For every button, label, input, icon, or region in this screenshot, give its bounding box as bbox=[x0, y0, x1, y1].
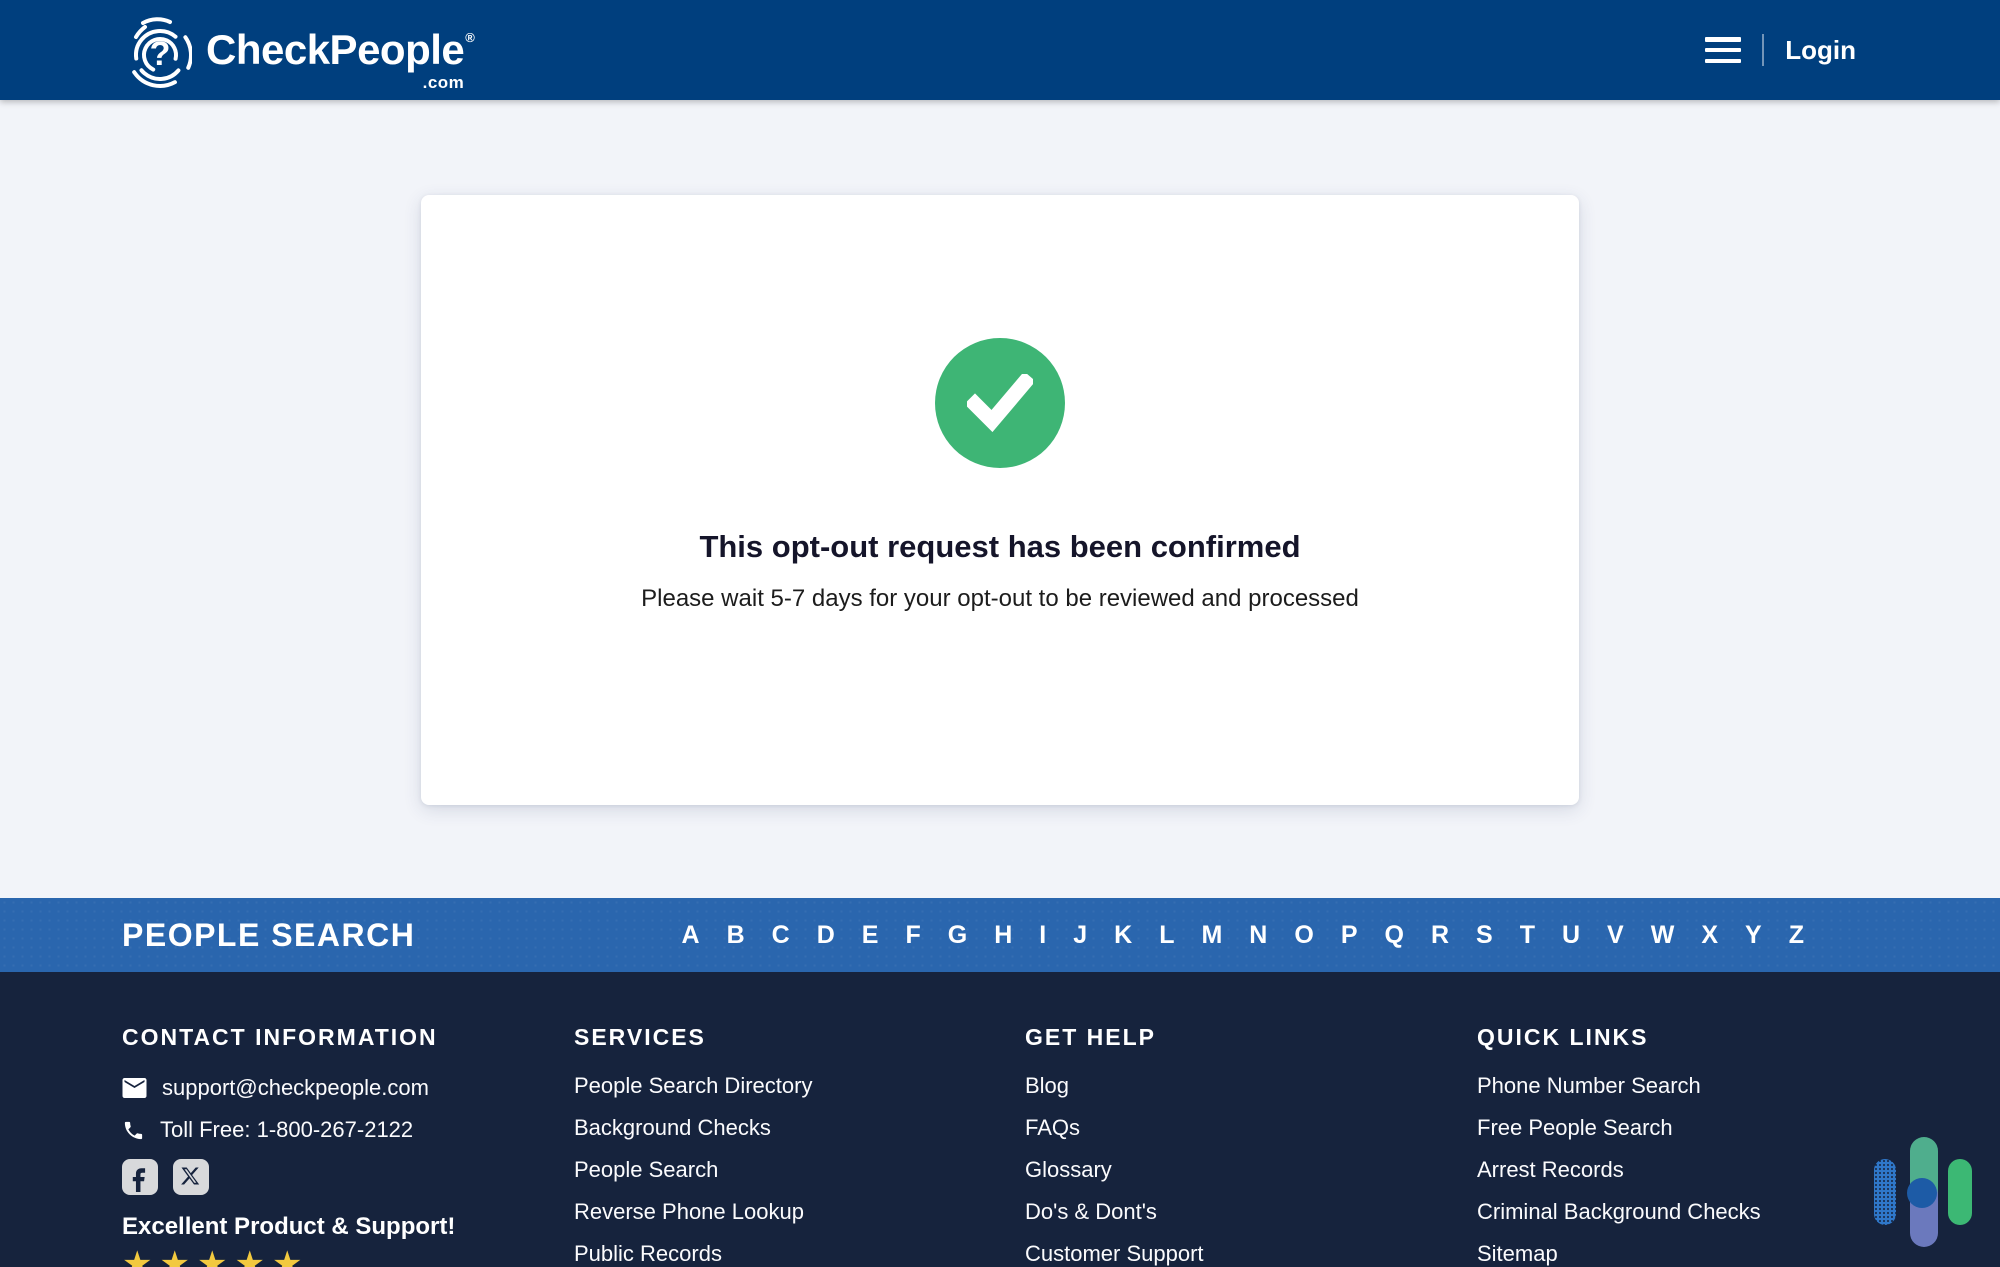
alphabet-letter[interactable]: X bbox=[1701, 921, 1718, 950]
alphabet-letter[interactable]: K bbox=[1114, 921, 1132, 950]
services-links: People Search Directory Background Checks… bbox=[574, 1075, 1025, 1265]
star-icon: ★ bbox=[197, 1245, 234, 1267]
x-twitter-icon[interactable] bbox=[173, 1159, 209, 1195]
fingerprint-question-icon: ? bbox=[128, 11, 192, 89]
alphabet-letter[interactable]: T bbox=[1520, 921, 1535, 950]
alphabet-letter[interactable]: M bbox=[1201, 921, 1222, 950]
footer-link[interactable]: Background Checks bbox=[574, 1117, 1025, 1139]
services-heading: SERVICES bbox=[574, 1024, 1025, 1051]
decorative-pill-green bbox=[1948, 1159, 1972, 1225]
support-email-link[interactable]: support@checkpeople.com bbox=[122, 1075, 574, 1101]
nav-divider bbox=[1762, 34, 1764, 66]
success-check-icon bbox=[935, 338, 1065, 468]
alphabet-letter[interactable]: V bbox=[1607, 921, 1624, 950]
login-button[interactable]: Login bbox=[1785, 35, 1856, 66]
alphabet-letter[interactable]: J bbox=[1073, 921, 1087, 950]
footer-link[interactable]: FAQs bbox=[1025, 1117, 1477, 1139]
alphabet-letter[interactable]: Z bbox=[1789, 921, 1804, 950]
alphabet-letter[interactable]: G bbox=[948, 921, 967, 950]
footer-link[interactable]: People Search bbox=[574, 1159, 1025, 1181]
brand-name: CheckPeople® .com bbox=[206, 29, 478, 71]
confirmation-heading: This opt-out request has been confirmed bbox=[421, 529, 1579, 565]
star-icon: ★ bbox=[122, 1245, 159, 1267]
review-text: Excellent Product & Support! bbox=[122, 1213, 574, 1241]
svg-text:?: ? bbox=[150, 35, 171, 73]
brand-logo[interactable]: ? CheckPeople® .com bbox=[128, 11, 478, 89]
footer-link[interactable]: Do's & Dont's bbox=[1025, 1201, 1477, 1223]
people-search-title: PEOPLE SEARCH bbox=[122, 917, 415, 954]
toll-free-phone-link[interactable]: Toll Free: 1-800-267-2122 bbox=[122, 1117, 574, 1143]
quick-links-heading: QUICK LINKS bbox=[1477, 1024, 2000, 1051]
footer-link[interactable]: Glossary bbox=[1025, 1159, 1477, 1181]
confirmation-card: This opt-out request has been confirmed … bbox=[421, 195, 1579, 805]
alphabet-letter[interactable]: Y bbox=[1745, 921, 1762, 950]
top-navbar: ? CheckPeople® .com Login bbox=[0, 0, 2000, 100]
alphabet-nav: ABCDEFGHIJKLMNOPQRSTUVWXYZ bbox=[682, 921, 1804, 950]
contact-heading: CONTACT INFORMATION bbox=[122, 1024, 574, 1051]
footer-link[interactable]: Phone Number Search bbox=[1477, 1075, 2000, 1097]
social-links bbox=[122, 1159, 574, 1195]
footer-get-help-column: GET HELP Blog FAQs Glossary Do's & Dont's Cu… bbox=[1025, 1024, 1477, 1267]
decorative-graphic bbox=[1874, 1137, 1972, 1247]
footer-link[interactable]: People Search Directory bbox=[574, 1075, 1025, 1097]
alphabet-letter[interactable]: D bbox=[817, 921, 835, 950]
footer-link[interactable]: Free People Search bbox=[1477, 1117, 2000, 1139]
alphabet-letter[interactable]: W bbox=[1651, 921, 1675, 950]
alphabet-letter[interactable]: L bbox=[1159, 921, 1174, 950]
get-help-heading: GET HELP bbox=[1025, 1024, 1477, 1051]
star-icon: ★ bbox=[159, 1245, 196, 1267]
main-content: This opt-out request has been confirmed … bbox=[0, 100, 2000, 898]
alphabet-letter[interactable]: P bbox=[1341, 921, 1358, 950]
mail-icon bbox=[122, 1078, 147, 1098]
alphabet-letter[interactable]: S bbox=[1476, 921, 1493, 950]
decorative-circle bbox=[1907, 1178, 1937, 1208]
star-icon: ★ bbox=[272, 1245, 309, 1267]
rating-stars: ★★★★★ bbox=[122, 1247, 574, 1267]
footer-link[interactable]: Blog bbox=[1025, 1075, 1477, 1097]
star-icon: ★ bbox=[234, 1245, 271, 1267]
brand-tld: .com bbox=[423, 74, 465, 91]
footer-contact-column: CONTACT INFORMATION support@checkpeople.… bbox=[122, 1024, 574, 1267]
alphabet-letter[interactable]: F bbox=[905, 921, 920, 950]
footer-link[interactable]: Public Records bbox=[574, 1243, 1025, 1265]
alphabet-letter[interactable]: I bbox=[1039, 921, 1046, 950]
menu-icon[interactable] bbox=[1705, 37, 1741, 63]
trademark-symbol: ® bbox=[465, 31, 474, 44]
alphabet-letter[interactable]: N bbox=[1249, 921, 1267, 950]
alphabet-letter[interactable]: U bbox=[1562, 921, 1580, 950]
alphabet-letter[interactable]: Q bbox=[1385, 921, 1404, 950]
footer-link[interactable]: Reverse Phone Lookup bbox=[574, 1201, 1025, 1223]
alphabet-letter[interactable]: B bbox=[727, 921, 745, 950]
footer: CONTACT INFORMATION support@checkpeople.… bbox=[0, 972, 2000, 1267]
people-search-bar: PEOPLE SEARCH ABCDEFGHIJKLMNOPQRSTUVWXYZ bbox=[0, 898, 2000, 972]
confirmation-subtext: Please wait 5-7 days for your opt-out to… bbox=[421, 585, 1579, 613]
alphabet-letter[interactable]: H bbox=[994, 921, 1012, 950]
get-help-links: Blog FAQs Glossary Do's & Dont's Customer Su… bbox=[1025, 1075, 1477, 1265]
footer-services-column: SERVICES People Search Directory Backgrou… bbox=[574, 1024, 1025, 1267]
alphabet-letter[interactable]: C bbox=[772, 921, 790, 950]
alphabet-letter[interactable]: O bbox=[1294, 921, 1313, 950]
alphabet-letter[interactable]: E bbox=[862, 921, 879, 950]
decorative-pill-dotted-blue bbox=[1874, 1159, 1896, 1225]
phone-icon bbox=[122, 1119, 145, 1142]
facebook-icon[interactable] bbox=[122, 1159, 158, 1195]
footer-link[interactable]: Customer Support bbox=[1025, 1243, 1477, 1265]
alphabet-letter[interactable]: A bbox=[682, 921, 700, 950]
alphabet-letter[interactable]: R bbox=[1431, 921, 1449, 950]
